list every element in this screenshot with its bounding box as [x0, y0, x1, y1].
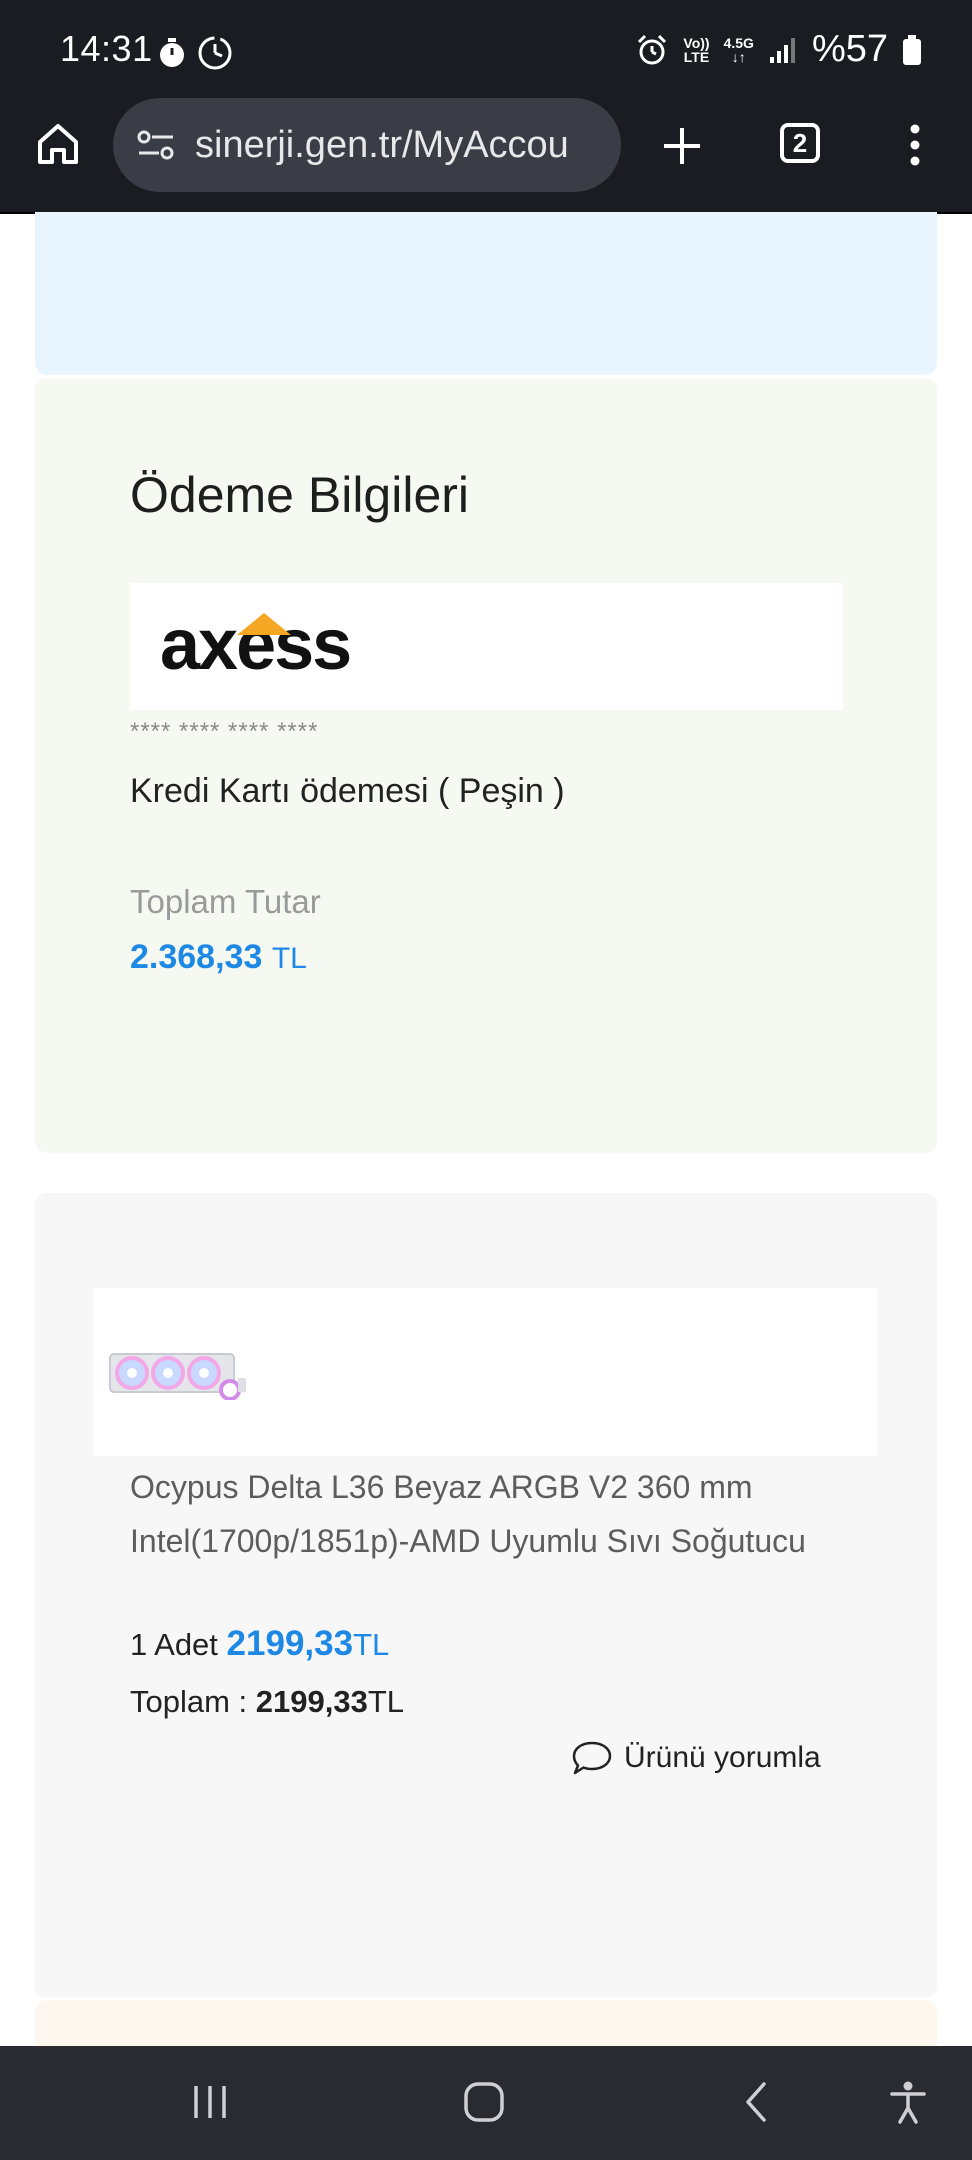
product-total-value: 2199,33 [255, 1684, 368, 1719]
home-nav-icon[interactable] [462, 2080, 506, 2124]
url-bar[interactable]: sinerji.gen.tr/MyAccou [113, 98, 621, 192]
unit-price-currency: TL [353, 1627, 390, 1662]
site-settings-icon[interactable] [135, 127, 177, 163]
more-menu-icon[interactable] [905, 122, 925, 168]
network-type: 4.5G [723, 34, 754, 51]
product-total-currency: TL [367, 1684, 405, 1719]
product-total-label: Toplam : [130, 1684, 248, 1719]
clock-icon [198, 36, 232, 70]
back-icon[interactable] [740, 2080, 772, 2124]
battery-percent: %57 [811, 28, 888, 70]
alarm-icon [638, 34, 667, 64]
product-image[interactable] [108, 1348, 250, 1400]
accessibility-icon[interactable] [888, 2080, 928, 2126]
total-amount-value: 2.368,33 [130, 938, 263, 976]
bank-logo-box: axess [130, 583, 843, 710]
quantity-line: 1 Adet 2199,33TL [130, 1624, 389, 1664]
quantity-label: 1 Adet [130, 1627, 218, 1662]
comment-product-button[interactable]: Ürünü yorumla [570, 1738, 821, 1778]
product-total-line: Toplam : 2199,33TL [130, 1684, 404, 1720]
previous-card [35, 212, 937, 375]
tab-count: 2 [792, 127, 808, 158]
recent-apps-icon[interactable] [190, 2082, 230, 2122]
payment-title: Ödeme Bilgileri [130, 467, 470, 523]
total-label: Toplam Tutar [130, 883, 321, 920]
unit-price: 2199,33 [226, 1624, 354, 1663]
axess-logo-mark [237, 613, 291, 635]
signal-icon [769, 37, 795, 63]
product-name[interactable]: Ocypus Delta L36 Beyaz ARGB V2 360 mm In… [130, 1460, 850, 1568]
network-indicator: 4.5G ↓↑ [724, 36, 754, 64]
speech-bubble-icon [572, 1741, 612, 1775]
masked-card-number: **** **** **** **** [130, 718, 319, 745]
volte-top-text: Vo)) [683, 34, 710, 51]
total-amount: 2.368,33 TL [130, 938, 307, 977]
total-currency: TL [271, 942, 307, 975]
stopwatch-icon [160, 38, 184, 67]
next-card [35, 2000, 937, 2046]
url-text[interactable]: sinerji.gen.tr/MyAccou [195, 124, 569, 167]
comment-label[interactable]: Ürünü yorumla [624, 1741, 821, 1775]
tab-switcher-button[interactable]: 2 [780, 123, 820, 163]
payment-method: Kredi Kartı ödemesi ( Peşin ) [130, 772, 565, 810]
status-right-group: Vo)) LTE 4.5G ↓↑ %57 [635, 28, 922, 71]
product-image-box[interactable] [94, 1288, 877, 1456]
volte-indicator: Vo)) LTE [683, 36, 709, 64]
battery-icon [903, 34, 921, 65]
data-arrows-icon: ↓↑ [731, 48, 746, 65]
status-time: 14:31 [60, 28, 153, 69]
new-tab-icon[interactable] [660, 124, 704, 168]
home-icon[interactable] [34, 120, 82, 168]
volte-bottom-text: LTE [683, 48, 710, 65]
